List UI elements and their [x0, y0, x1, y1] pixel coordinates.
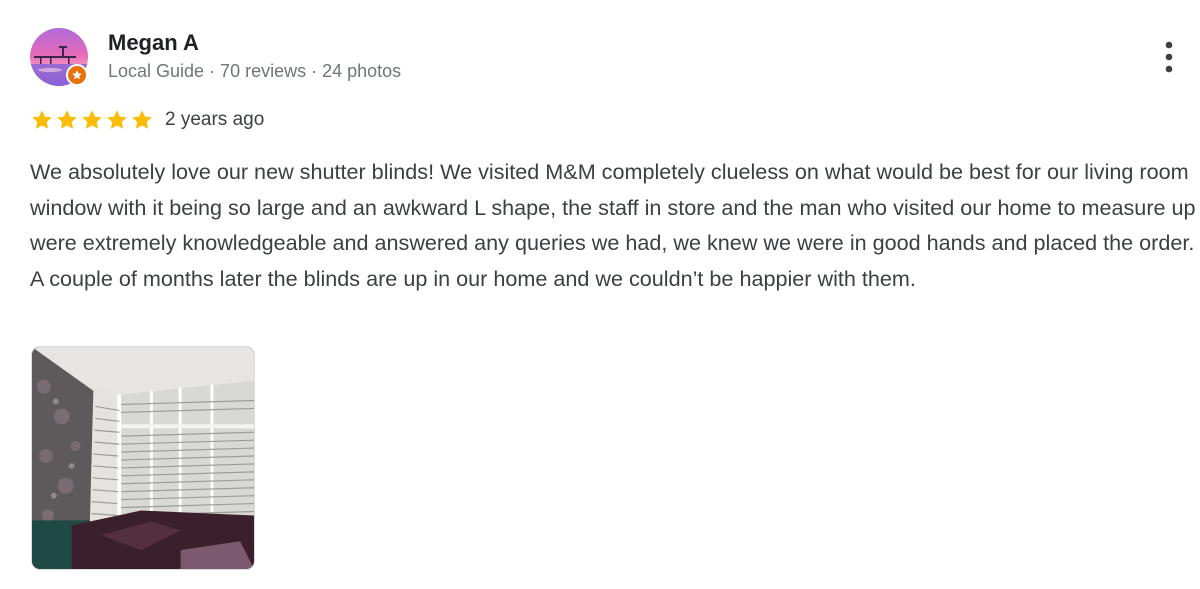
star-icon — [132, 110, 152, 129]
more-vertical-icon — [1165, 41, 1173, 73]
review-text: We absolutely love our new shutter blind… — [30, 159, 1196, 291]
living-room-shutter-blinds-photo — [32, 347, 254, 569]
local-guide-star-icon — [66, 64, 88, 86]
reviewer-meta: Local Guide · 70 reviews · 24 photos — [108, 61, 402, 81]
star-icon — [57, 110, 77, 129]
star-icon — [107, 110, 127, 129]
star-icon — [32, 110, 52, 129]
reviewer-name[interactable]: Megan A — [108, 30, 199, 56]
star-rating — [30, 108, 154, 132]
more-options-button[interactable] — [1150, 38, 1188, 76]
reviewer-avatar[interactable] — [30, 28, 88, 86]
review-date: 2 years ago — [165, 109, 265, 130]
review-photo[interactable] — [31, 346, 255, 570]
star-icon — [82, 110, 102, 129]
review-card: Megan A Local Guide · 70 reviews · 24 ph… — [0, 0, 1200, 589]
